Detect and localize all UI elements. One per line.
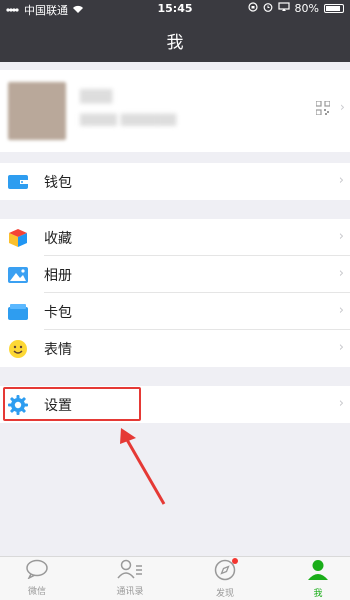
- chevron-right-icon: ›: [340, 100, 345, 114]
- menu-item-wallet[interactable]: 钱包 ›: [0, 163, 350, 200]
- me-icon: [307, 560, 329, 585]
- card-wallet-icon: [8, 302, 28, 322]
- annotation-arrow-icon: [120, 428, 166, 505]
- menu-label-wallet: 钱包: [44, 174, 72, 191]
- chevron-right-icon: ›: [338, 173, 344, 188]
- tab-contacts[interactable]: 通讯录: [100, 559, 160, 597]
- tab-label-me: 我: [313, 589, 323, 599]
- profile-id: ▇▇▇▇ ▇▇▇▇▇▇: [80, 112, 177, 126]
- menu-item-album[interactable]: 相册 ›: [0, 256, 350, 293]
- wallet-icon: [8, 172, 28, 192]
- avatar: [8, 82, 66, 140]
- chevron-right-icon: ›: [338, 266, 344, 281]
- menu-label-album: 相册: [44, 267, 72, 284]
- profile-card[interactable]: ▇▇▇ ▇▇▇▇ ▇▇▇▇▇▇ ›: [0, 70, 350, 152]
- smiley-icon: [8, 339, 28, 359]
- chevron-right-icon: ›: [338, 229, 344, 244]
- menu-label-stickers: 表情: [44, 341, 72, 358]
- battery-icon: [324, 4, 344, 13]
- menu-item-stickers[interactable]: 表情 ›: [0, 330, 350, 367]
- nav-bar: 中国联通 15:45 80% 我: [0, 0, 350, 62]
- tab-discover[interactable]: 发现: [195, 558, 255, 599]
- tab-me[interactable]: 我: [288, 559, 348, 599]
- tab-label-discover: 发现: [215, 589, 234, 599]
- chat-icon: [25, 559, 49, 583]
- notification-dot: [232, 558, 238, 564]
- contacts-icon: [117, 559, 143, 583]
- qr-code-icon[interactable]: [315, 100, 331, 116]
- menu-item-cards[interactable]: 卡包 ›: [0, 293, 350, 330]
- page-title: 我: [166, 33, 184, 53]
- album-icon: [8, 265, 28, 285]
- status-bar: 中国联通 15:45 80%: [0, 0, 350, 18]
- chevron-right-icon: ›: [338, 303, 344, 318]
- chevron-right-icon: ›: [338, 396, 344, 411]
- favorites-cube-icon: [8, 228, 28, 248]
- tab-chats[interactable]: 微信: [7, 559, 67, 597]
- menu-label-cards: 卡包: [44, 304, 72, 321]
- menu-label-favorites: 收藏: [44, 230, 72, 247]
- battery-label: 80%: [294, 2, 319, 15]
- profile-name: ▇▇▇: [80, 88, 113, 104]
- tab-bar: 微信 通讯录 发现 我: [0, 556, 350, 600]
- compass-icon: [214, 558, 238, 585]
- tab-label-chats: 微信: [27, 587, 46, 597]
- chevron-right-icon: ›: [338, 340, 344, 355]
- lock-rotation-icon: [247, 2, 258, 15]
- screen-mirror-icon: [277, 2, 290, 15]
- menu-item-favorites[interactable]: 收藏 ›: [0, 219, 350, 256]
- settings-highlight-box: [3, 387, 141, 421]
- tab-label-contacts: 通讯录: [116, 587, 144, 597]
- alarm-icon: [263, 2, 273, 15]
